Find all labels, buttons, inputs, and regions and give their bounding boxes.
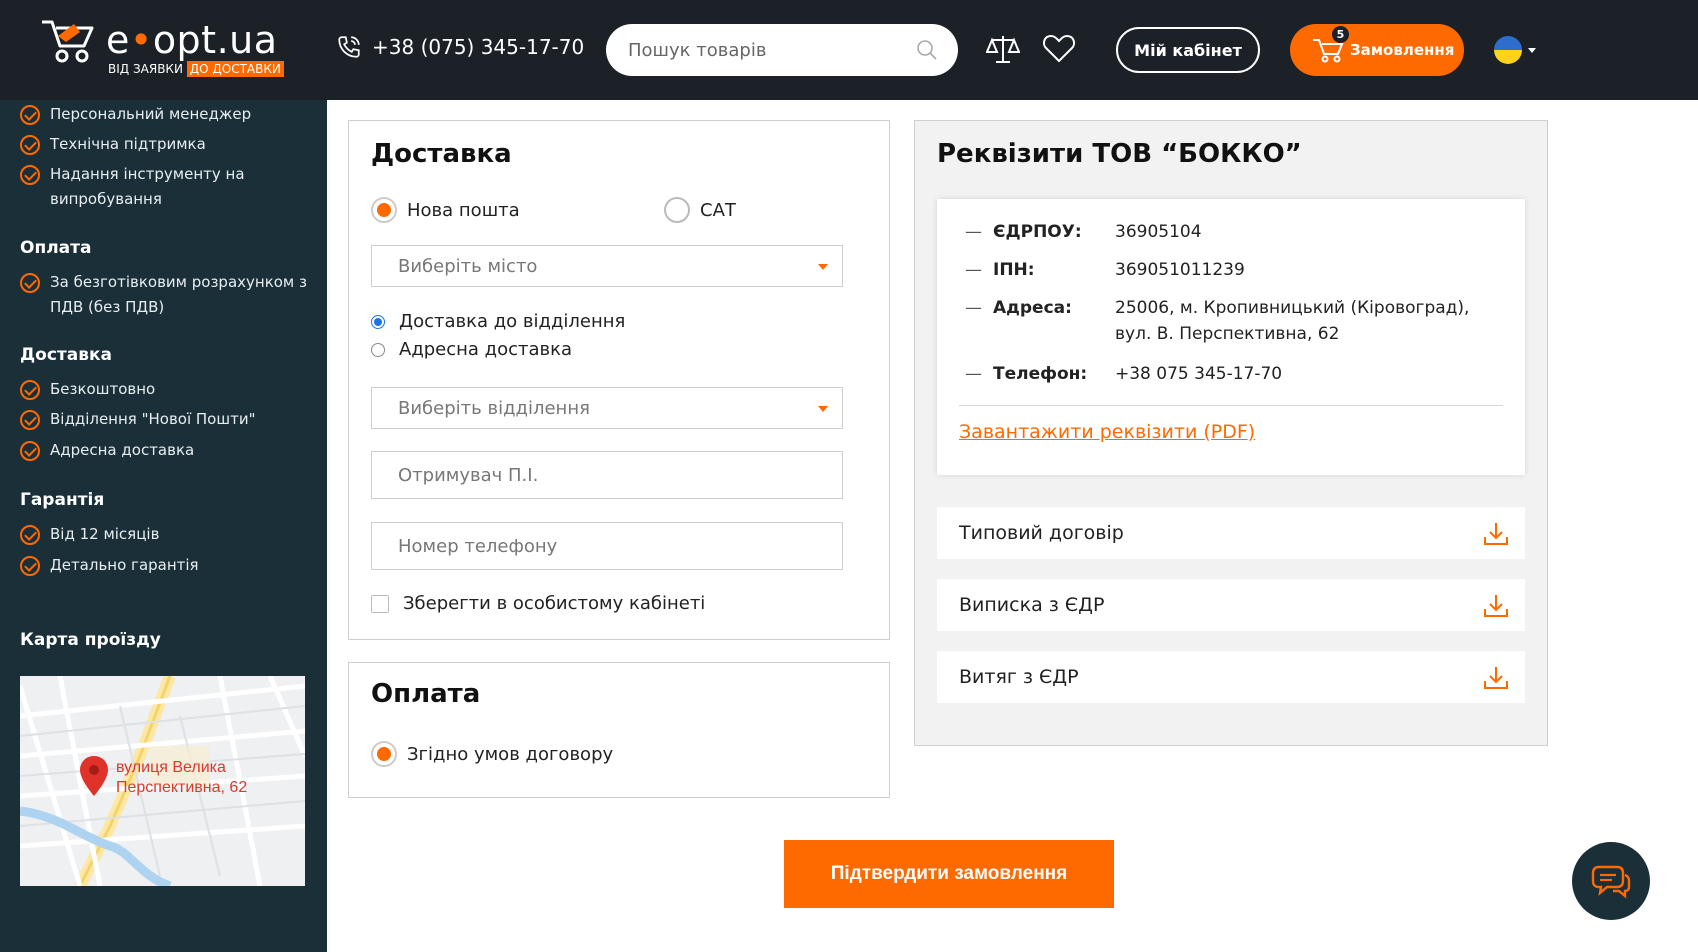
header-phone[interactable]: +38 (075) 345-17-70	[336, 34, 584, 60]
requisite-row: — ІПН: 369051011239	[965, 260, 1245, 280]
check-circle-icon	[20, 165, 40, 185]
sidebar-item: Персональний менеджер	[20, 102, 251, 127]
payment-by-contract-radio[interactable]: Згідно умов договору	[371, 741, 613, 767]
my-cabinet-button[interactable]: Мій кабінет	[1116, 27, 1260, 73]
check-circle-icon	[20, 380, 40, 400]
radio-checked[interactable]	[371, 197, 397, 223]
radio-unchecked[interactable]	[664, 197, 690, 223]
sidebar-heading-warranty: Гарантія	[20, 490, 105, 510]
orders-count-badge: 5	[1332, 26, 1349, 43]
sidebar-item: Адресна доставка	[20, 438, 194, 463]
requisite-row: — Адреса: 25006, м. Кропивницький (Кіровог…	[965, 298, 1470, 344]
phone-icon	[338, 36, 360, 58]
radio-checked[interactable]	[371, 314, 385, 329]
download-icon[interactable]	[1483, 593, 1509, 619]
check-circle-icon	[20, 273, 40, 293]
doc-edr-excerpt[interactable]: Витяг з ЄДР	[937, 651, 1525, 703]
phone-number[interactable]: +38 (075) 345-17-70	[372, 35, 584, 59]
address-delivery-radio[interactable]: Адресна доставка	[371, 339, 572, 360]
map-pin-icon	[80, 756, 108, 796]
sidebar-item: Відділення "Нової Пошти"	[20, 407, 255, 432]
language-switcher[interactable]	[1494, 36, 1536, 64]
sidebar-item: Надання інструменту на випробування	[20, 162, 300, 212]
recipient-name-input[interactable]: Отримувач П.І.	[371, 451, 843, 499]
dropdown-arrow-icon	[818, 406, 828, 412]
requisites-box: — ЄДРПОУ: 36905104 — ІПН: 369051011239 — Адре…	[937, 199, 1525, 475]
sidebar-heading-delivery: Доставка	[20, 345, 112, 365]
confirm-order-button[interactable]: Підтвердити замовлення	[784, 840, 1114, 908]
chat-button[interactable]	[1572, 842, 1650, 920]
checkbox[interactable]	[371, 594, 389, 613]
check-circle-icon	[20, 410, 40, 430]
logo[interactable]: e•opt.ua ВІД ЗАЯВКИ ДО ДОСТАВКИ	[40, 16, 290, 84]
map-heading: Карта проїзду	[20, 630, 161, 650]
sidebar-item: За безготівковим розрахунком з ПДВ (без …	[20, 270, 310, 320]
check-circle-icon	[20, 556, 40, 576]
requisites-title: Реквізити ТОВ “БОККО”	[937, 139, 1302, 169]
radio-checked[interactable]	[371, 741, 397, 767]
requisite-row: — Телефон: +38 075 345-17-70	[965, 364, 1283, 384]
carrier-nova-poshta-radio[interactable]: Нова пошта	[371, 197, 520, 223]
divider	[959, 405, 1503, 406]
chat-icon	[1591, 865, 1631, 899]
compare-icon[interactable]	[986, 32, 1020, 66]
search-input[interactable]	[628, 24, 908, 76]
sidebar-item: Від 12 місяців	[20, 522, 159, 547]
search-box[interactable]	[606, 24, 958, 76]
city-select[interactable]: Виберіть місто	[371, 245, 843, 287]
sidebar-heading-payment: Оплата	[20, 238, 92, 258]
flag-ua-icon	[1494, 36, 1522, 64]
check-circle-icon	[20, 441, 40, 461]
sidebar-item: Безкоштовно	[20, 377, 155, 402]
payment-panel: Оплата Згідно умов договору	[348, 662, 890, 798]
map[interactable]: вулиця Велика Перспективна, 62	[20, 676, 305, 886]
doc-contract[interactable]: Типовий договір	[937, 507, 1525, 559]
radio-unchecked[interactable]	[371, 342, 385, 357]
site-header: e•opt.ua ВІД ЗАЯВКИ ДО ДОСТАВКИ +38 (075…	[0, 0, 1698, 100]
search-icon[interactable]	[916, 39, 938, 61]
requisite-row: — ЄДРПОУ: 36905104	[965, 222, 1202, 242]
orders-label: Замовлення	[1350, 41, 1455, 59]
dropdown-arrow-icon	[818, 264, 828, 270]
branch-select[interactable]: Виберіть відділення	[371, 387, 843, 429]
check-circle-icon	[20, 105, 40, 125]
download-icon[interactable]	[1483, 665, 1509, 691]
phone-number-input[interactable]: Номер телефону	[371, 522, 843, 570]
logo-text: e•opt.ua	[106, 18, 278, 62]
payment-title: Оплата	[371, 679, 481, 709]
cart-logo-icon	[42, 20, 94, 63]
save-in-cabinet-checkbox[interactable]: Зберегти в особистому кабінеті	[371, 593, 705, 614]
sidebar: Персональний менеджер Технічна підтримка…	[0, 100, 327, 952]
requisites-panel: Реквізити ТОВ “БОККО” — ЄДРПОУ: 36905104 —…	[914, 120, 1548, 746]
download-requisites-link[interactable]: Завантажити реквізити (PDF)	[959, 421, 1255, 443]
delivery-title: Доставка	[371, 139, 512, 169]
heart-icon[interactable]	[1042, 32, 1076, 66]
delivery-panel: Доставка Нова пошта САТ Виберіть місто Д…	[348, 120, 890, 640]
chevron-down-icon	[1528, 47, 1536, 53]
sidebar-item: Технічна підтримка	[20, 132, 206, 157]
carrier-sat-radio[interactable]: САТ	[664, 197, 736, 223]
map-address-label: вулиця Велика Перспективна, 62	[116, 759, 248, 796]
logo-tagline: ВІД ЗАЯВКИ ДО ДОСТАВКИ	[108, 61, 284, 77]
check-circle-icon	[20, 135, 40, 155]
sidebar-item-warranty-details[interactable]: Детально гарантія	[20, 553, 199, 578]
delivery-to-branch-radio[interactable]: Доставка до відділення	[371, 311, 625, 332]
doc-edr-extract[interactable]: Виписка з ЄДР	[937, 579, 1525, 631]
orders-button[interactable]: 5 Замовлення	[1290, 24, 1464, 76]
check-circle-icon	[20, 525, 40, 545]
download-icon[interactable]	[1483, 521, 1509, 547]
